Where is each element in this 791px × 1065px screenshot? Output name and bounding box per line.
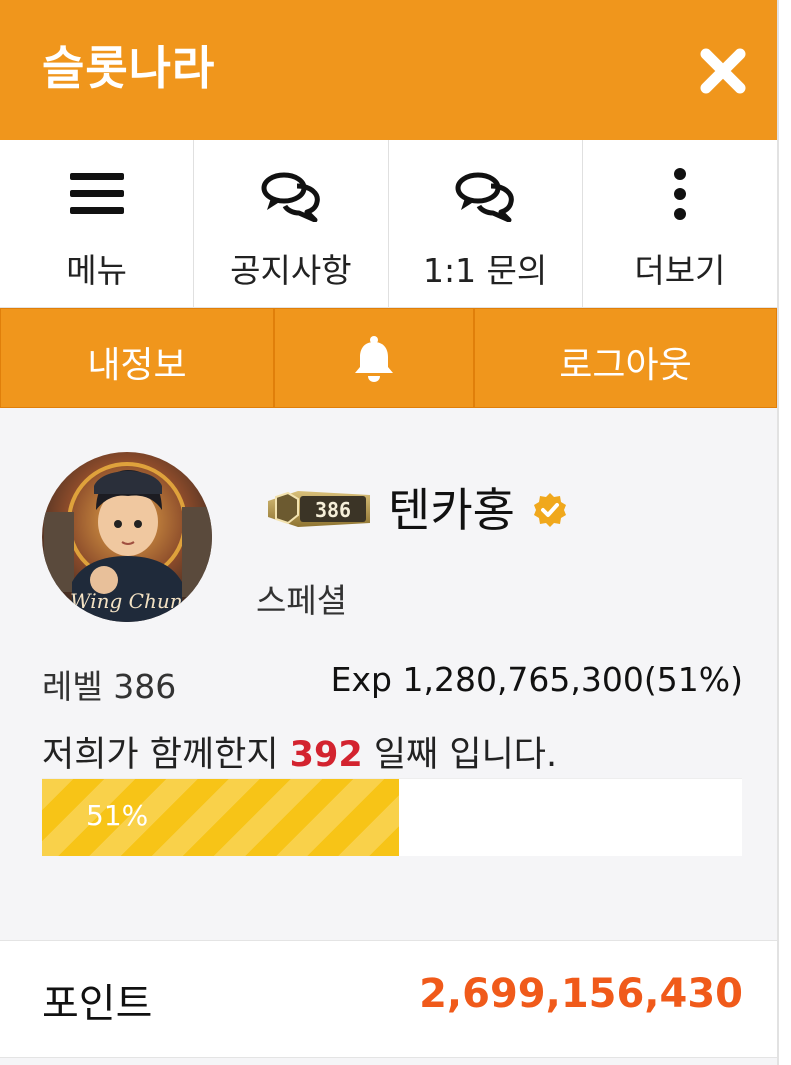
menu-button[interactable]: 메뉴 (0, 140, 195, 307)
side-menu-panel: 슬롯나라 메뉴 공지사항 1:1 문의 더보기 내정보 로그아웃 Wing Ch… (0, 0, 777, 1065)
inquiry-button[interactable]: 1:1 문의 (389, 140, 583, 307)
level-badge-icon: 386 (262, 485, 374, 531)
menu-icon (65, 168, 129, 222)
exp-text: Exp 1,280,765,300(51%) (330, 660, 743, 699)
verified-badge-icon (532, 492, 568, 528)
panel-edge (777, 0, 791, 1065)
profile-section: Wing Chun 386 텐카홍 스페셜 레벨 386 Exp 1,280,7… (0, 408, 777, 938)
points-row: 포인트 2,699,156,430 (0, 940, 777, 1058)
exp-progress-bar: 51% (42, 778, 742, 856)
panel-divider (777, 0, 779, 1065)
menu-label: 메뉴 (66, 251, 127, 290)
site-title: 슬롯나라 (42, 41, 216, 95)
points-value: 2,699,156,430 (419, 971, 743, 1017)
avatar-caption: Wing Chun (70, 589, 183, 613)
bell-icon (352, 335, 396, 383)
panel-header: 슬롯나라 (0, 0, 777, 140)
days-suffix: 일째 입니다. (362, 735, 558, 775)
points-label: 포인트 (42, 981, 153, 1027)
member-grade: 스페셜 (256, 581, 348, 620)
notification-button[interactable] (274, 308, 474, 408)
chat-bubbles-icon (259, 168, 323, 223)
quick-nav: 메뉴 공지사항 1:1 문의 더보기 (0, 140, 777, 308)
nickname: 텐카홍 (388, 483, 515, 537)
my-info-button[interactable]: 내정보 (0, 308, 274, 408)
close-icon[interactable] (696, 44, 750, 98)
notice-label: 공지사항 (230, 251, 352, 290)
avatar[interactable]: Wing Chun (42, 452, 212, 622)
chat-bubbles-icon (453, 168, 517, 223)
days-prefix: 저희가 함께한지 (42, 735, 290, 775)
more-button[interactable]: 더보기 (583, 140, 777, 307)
days-count: 392 (289, 735, 363, 775)
days-together-text: 저희가 함께한지 392 일째 입니다. (42, 726, 557, 777)
level-text: 레벨 386 (42, 667, 177, 706)
more-label: 더보기 (634, 251, 726, 290)
level-badge-number: 386 (315, 498, 351, 522)
account-bar: 내정보 로그아웃 (0, 308, 777, 408)
exp-progress-label: 51% (86, 799, 149, 832)
notice-button[interactable]: 공지사항 (194, 140, 389, 307)
inquiry-label: 1:1 문의 (422, 251, 548, 290)
more-vertical-icon (648, 168, 712, 222)
my-info-label: 내정보 (87, 345, 187, 386)
logout-label: 로그아웃 (559, 345, 692, 386)
logout-button[interactable]: 로그아웃 (474, 308, 777, 408)
